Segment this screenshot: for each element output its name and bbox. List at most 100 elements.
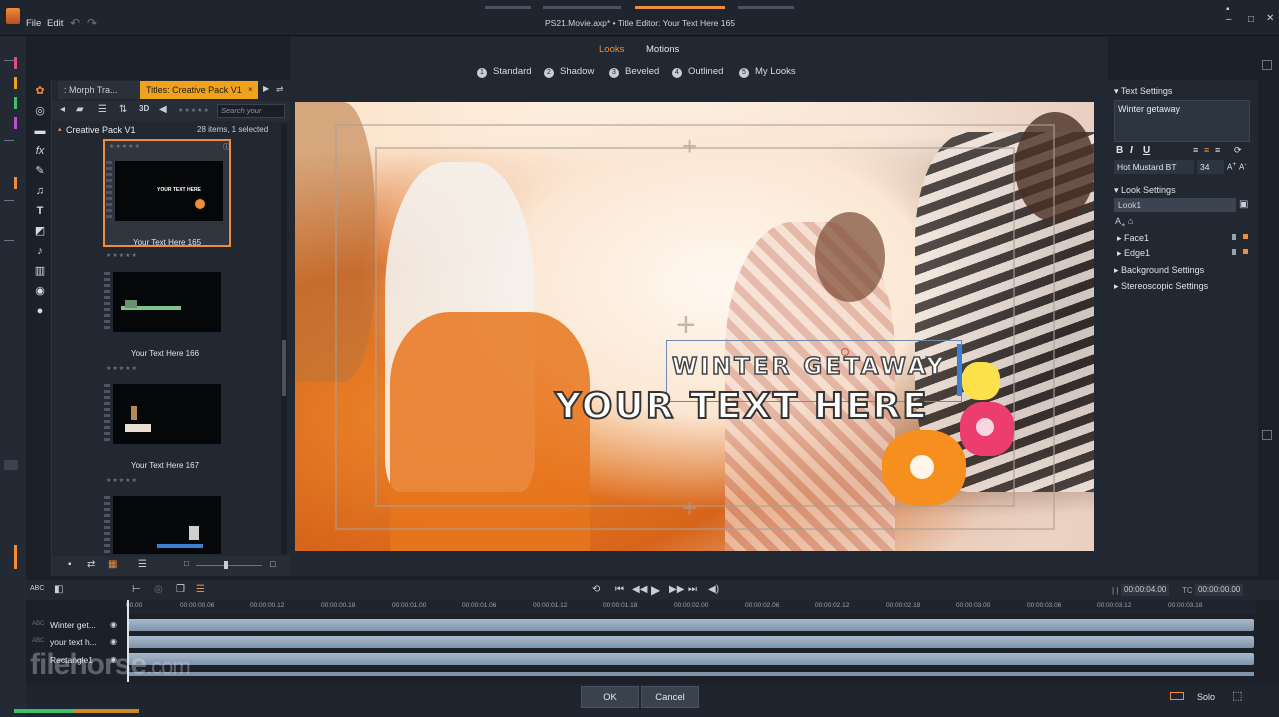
font-family-select[interactable]: Hot Mustard BT <box>1114 160 1194 174</box>
eye-icon[interactable]: ◉ <box>110 637 117 646</box>
list-options-icon[interactable]: ☰ <box>138 559 147 570</box>
font-grow-icon[interactable]: A+ <box>1227 161 1236 172</box>
strip-tool[interactable] <box>4 460 18 470</box>
zoom-in-icon[interactable]: □ <box>270 559 275 569</box>
tab-morph-transitions[interactable]: : Morph Tra... <box>58 81 140 99</box>
external-preview-icon[interactable]: ⬚ <box>1232 689 1242 702</box>
timeline-ruler[interactable]: 00.00 00:00:00.06 00:00:00.12 00:00:00.1… <box>126 600 1256 614</box>
panel-toggle[interactable] <box>1262 60 1272 70</box>
layers-icon[interactable]: ☰ <box>196 584 205 595</box>
item-rating[interactable]: ★★★★★ <box>106 477 138 484</box>
track-clip[interactable] <box>127 653 1254 665</box>
bold-button[interactable]: B <box>1116 145 1123 156</box>
titles-icon[interactable]: T <box>34 205 46 217</box>
montage-icon[interactable]: ✎ <box>34 165 46 177</box>
title-text-line2[interactable]: YOUR TEXT HERE <box>554 385 929 428</box>
background-settings-header[interactable]: ▸ Background Settings <box>1114 265 1204 276</box>
workspace-tab-active[interactable] <box>635 6 725 9</box>
workspace-tab-export[interactable] <box>738 6 794 9</box>
go-start-icon[interactable]: ⏮ <box>615 584 624 595</box>
item-rating[interactable]: ★★★★★ <box>106 365 138 372</box>
title-text-input[interactable]: Winter getaway <box>1114 100 1250 142</box>
workspace-tab-edit[interactable] <box>543 6 621 9</box>
italic-button[interactable]: I <box>1130 145 1133 156</box>
lock-icon[interactable] <box>1232 249 1236 255</box>
info-icon[interactable]: ⓘ <box>223 142 230 152</box>
undo-icon[interactable]: ↶ <box>70 16 80 30</box>
go-end-icon[interactable]: ⏭ <box>688 584 697 595</box>
tag-icon[interactable]: ◀ <box>159 104 167 115</box>
layer-visible-icon[interactable] <box>1243 249 1248 254</box>
align-icon[interactable]: ⊢ <box>132 584 141 595</box>
music-icon[interactable]: ♫ <box>34 185 46 197</box>
track-name[interactable]: Winter get... <box>50 620 96 630</box>
redo-icon[interactable]: ↷ <box>87 16 97 30</box>
timeline-scroll[interactable] <box>127 672 1254 676</box>
rating-filter[interactable]: ★★★★★ <box>178 107 210 114</box>
3d-filter-button[interactable]: 3D <box>139 104 149 113</box>
library-item[interactable]: Your Text Here 166 <box>103 272 231 380</box>
media-icon[interactable]: ▬ <box>34 125 46 137</box>
grid-view-icon[interactable]: ▦ <box>108 559 117 570</box>
cancel-button[interactable]: Cancel <box>641 686 699 708</box>
font-shrink-icon[interactable]: A- <box>1239 161 1247 172</box>
library-scroll-thumb[interactable] <box>282 340 286 396</box>
add-layer-icons[interactable]: A+ ⌂ <box>1115 216 1133 229</box>
tab-motions[interactable]: Motions <box>646 44 679 55</box>
solo-toggle[interactable]: Solo <box>1197 692 1215 702</box>
stereoscopic-settings-header[interactable]: ▸ Stereoscopic Settings <box>1114 281 1208 292</box>
library-item[interactable]: ★★★★★ ⓘ YOUR TEXT HERE Your Text Here 16… <box>103 139 231 247</box>
yellow-flower[interactable] <box>962 362 1000 400</box>
copy-icon[interactable]: ❐ <box>176 584 185 595</box>
loop-icon[interactable]: ⟲ <box>592 584 600 595</box>
tab-close-icon[interactable]: × <box>248 85 253 94</box>
layer-face[interactable]: ▸ Face1 <box>1117 233 1149 244</box>
sound-icon[interactable]: ◉ <box>34 285 46 297</box>
underline-button[interactable]: U <box>1143 145 1150 156</box>
sync-icon[interactable]: ⇄ <box>87 559 95 570</box>
save-look-icon[interactable]: ▣ <box>1239 199 1248 210</box>
eye-icon[interactable]: ◉ <box>110 620 117 629</box>
thumb-size-slider-handle[interactable] <box>224 561 228 569</box>
align-right-icon[interactable]: ≡ <box>1215 145 1220 155</box>
item-rating[interactable]: ★★★★★ <box>106 252 138 259</box>
collapse-icon[interactable]: ▴ <box>58 125 62 133</box>
library-item[interactable]: Your Text Here 167 <box>103 384 231 492</box>
text-settings-header[interactable]: ▾ Text Settings <box>1114 86 1172 97</box>
item-rating[interactable]: ★★★★★ <box>109 143 141 150</box>
panel-toggle[interactable] <box>1262 430 1272 440</box>
play-button[interactable]: ▶ <box>651 583 660 597</box>
step-back-icon[interactable]: ◀◀ <box>632 584 647 595</box>
ok-button[interactable]: OK <box>581 686 639 708</box>
preset-shadow[interactable]: 2 Shadow <box>544 66 594 78</box>
duration-timecode[interactable]: 00:00:04.00 <box>1121 584 1170 596</box>
track-clip[interactable] <box>127 636 1254 648</box>
step-forward-icon[interactable]: ▶▶ <box>669 584 684 595</box>
list-view-icon[interactable]: ☰ <box>98 104 107 115</box>
tab-forward-icon[interactable]: ▶ <box>263 84 269 93</box>
folder-icon[interactable]: ▰ <box>76 104 84 115</box>
film-icon[interactable]: ▥ <box>34 265 46 277</box>
track-clip[interactable] <box>127 619 1254 631</box>
layer-edge[interactable]: ▸ Edge1 <box>1117 248 1150 259</box>
align-center-icon[interactable]: ≡ <box>1204 145 1209 155</box>
volume-icon[interactable]: ◀) <box>708 584 719 595</box>
strip-tool[interactable] <box>4 60 14 61</box>
zoom-out-icon[interactable]: □ <box>184 559 189 568</box>
lock-icon[interactable] <box>1232 234 1236 240</box>
font-size-select[interactable]: 34 <box>1197 160 1224 174</box>
text-track-icon[interactable]: ABC <box>30 585 44 592</box>
look-name-input[interactable]: Look1 <box>1114 198 1236 212</box>
menu-edit[interactable]: Edit <box>47 18 63 29</box>
library-home-icon[interactable]: ✿ <box>34 85 46 97</box>
nav-back-icon[interactable]: ◂ <box>60 104 65 115</box>
preset-my-looks[interactable]: 5 My Looks <box>739 66 796 78</box>
library-scrollbar[interactable] <box>281 124 287 554</box>
preset-standard[interactable]: 1 Standard <box>477 66 532 78</box>
restore-icon[interactable]: – <box>1226 14 1232 25</box>
library-search-input[interactable]: Search your <box>217 104 285 118</box>
shape-track-icon[interactable]: ◧ <box>54 584 63 595</box>
strip-tool[interactable] <box>4 240 14 241</box>
thumb-size-slider[interactable] <box>196 565 262 566</box>
workspace-tab-import[interactable] <box>485 6 531 9</box>
